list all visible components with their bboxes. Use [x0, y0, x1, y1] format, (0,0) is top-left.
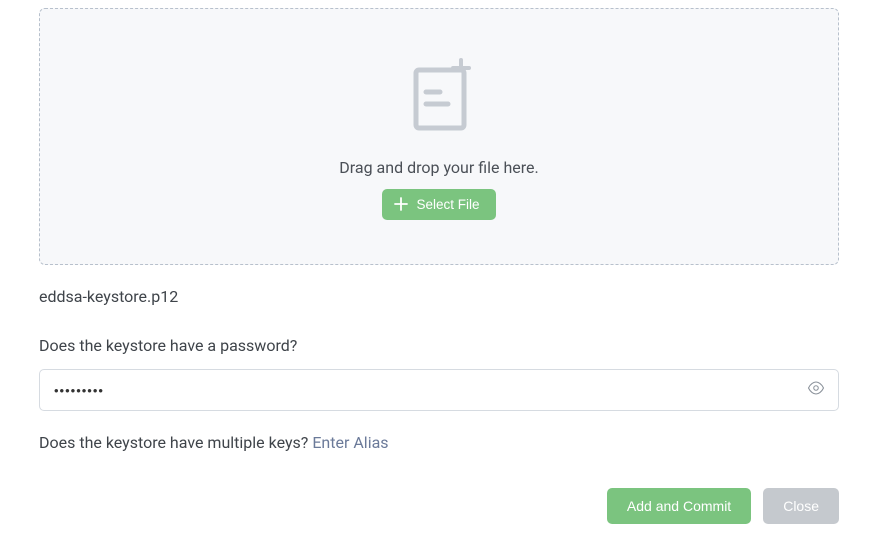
uploaded-filename: eddsa-keystore.p12: [39, 287, 839, 306]
close-button[interactable]: Close: [763, 488, 839, 524]
select-file-button[interactable]: Select File: [382, 189, 495, 220]
multiple-keys-row: Does the keystore have multiple keys? En…: [39, 433, 839, 452]
add-and-commit-button[interactable]: Add and Commit: [607, 488, 751, 524]
plus-icon: [394, 197, 408, 211]
file-dropzone[interactable]: Drag and drop your file here. Select Fil…: [39, 8, 839, 265]
dialog-footer: Add and Commit Close: [607, 488, 839, 524]
keystore-password-input[interactable]: [39, 369, 839, 411]
enter-alias-link[interactable]: Enter Alias: [312, 433, 388, 452]
file-add-icon: [400, 54, 478, 140]
toggle-password-visibility-icon[interactable]: [807, 379, 825, 401]
password-label: Does the keystore have a password?: [39, 336, 839, 355]
multiple-keys-question: Does the keystore have multiple keys?: [39, 433, 312, 452]
select-file-label: Select File: [416, 197, 479, 212]
dropzone-text: Drag and drop your file here.: [339, 158, 538, 177]
